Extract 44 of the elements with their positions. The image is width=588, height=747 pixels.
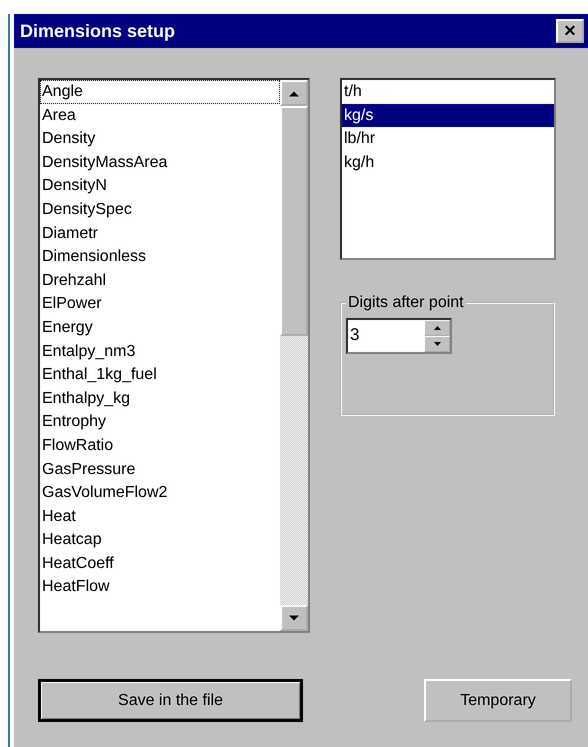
unit-list[interactable]: t/h kg/s lb/hr kg/h	[340, 78, 556, 260]
list-item[interactable]: Dimensionless	[40, 245, 280, 269]
close-button[interactable]: ×	[556, 19, 584, 43]
list-item[interactable]: Entrophy	[40, 410, 280, 434]
list-item[interactable]: t/h	[342, 80, 554, 104]
list-item[interactable]: FlowRatio	[40, 434, 280, 458]
group-label: Digits after point	[347, 294, 465, 312]
dimension-list[interactable]	[38, 78, 310, 633]
scroll-down-button[interactable]	[280, 605, 308, 631]
list-item[interactable]: kg/s	[342, 104, 554, 128]
down-arrow-icon	[288, 614, 300, 622]
scroll-up-button[interactable]	[280, 80, 308, 106]
list-item[interactable]: Density	[40, 127, 280, 151]
up-arrow-icon	[434, 326, 440, 330]
list-item[interactable]: Angle	[40, 80, 280, 104]
list-item[interactable]: Diametr	[40, 222, 280, 246]
list-item[interactable]: Entalpy_nm3	[40, 340, 280, 364]
list-item[interactable]: lb/hr	[342, 127, 554, 151]
list-item[interactable]: GasVolumeFlow2	[40, 481, 280, 505]
list-item[interactable]: Energy	[40, 316, 280, 340]
window-title: Dimensions setup	[20, 20, 176, 42]
list-item[interactable]: kg/h	[342, 150, 554, 174]
spin-up-button[interactable]	[424, 320, 450, 336]
list-item[interactable]: DensityN	[40, 174, 280, 198]
list-item[interactable]: DensityMassArea	[40, 150, 280, 174]
list-item[interactable]: GasPressure	[40, 458, 280, 482]
list-item[interactable]: Enthalpy_kg	[40, 386, 280, 410]
spinner-field[interactable]: 3	[346, 318, 452, 354]
down-arrow-icon	[434, 342, 440, 346]
list-item[interactable]: HeatCoeff	[40, 552, 280, 576]
list-item[interactable]: ElPower	[40, 292, 280, 316]
scroll-thumb[interactable]	[280, 106, 308, 336]
list-item[interactable]: Drehzahl	[40, 268, 280, 292]
scrollbar[interactable]	[280, 80, 308, 631]
list-item[interactable]: Enthal_1kg_fuel	[40, 363, 280, 387]
list-item[interactable]: Heatcap	[40, 528, 280, 552]
spin-down-button[interactable]	[424, 336, 450, 352]
up-arrow-icon	[288, 90, 300, 96]
list-item[interactable]: Area	[40, 104, 280, 128]
save-button[interactable]: Save in the file	[38, 679, 303, 722]
list-item[interactable]: DensitySpec	[40, 198, 280, 222]
list-item[interactable]: Heat	[40, 504, 280, 528]
temporary-button[interactable]: Temporary	[424, 679, 572, 722]
list-item[interactable]: HeatFlow	[40, 575, 280, 600]
